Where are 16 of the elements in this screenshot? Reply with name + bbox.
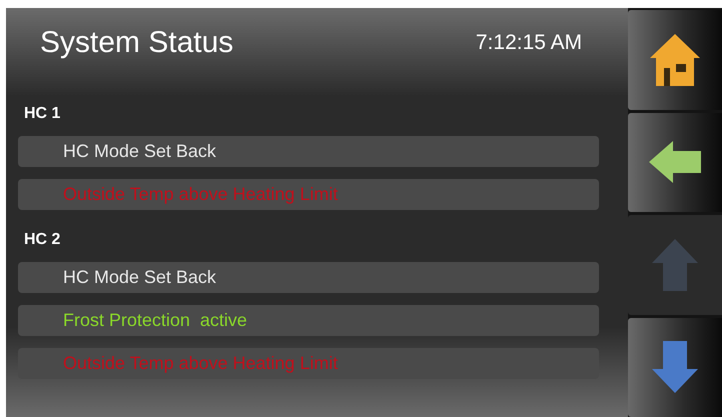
group-label: HC 2 — [24, 230, 60, 250]
status-message: Outside Temp above Heating Limit — [63, 353, 338, 374]
down-arrow-icon — [650, 339, 700, 396]
status-message: HC Mode Set Back — [63, 267, 216, 288]
screen-title: System Status — [40, 26, 234, 60]
house-icon — [648, 32, 702, 88]
down-button[interactable] — [628, 318, 722, 417]
status-message: HC Mode Set Back — [63, 141, 216, 162]
home-button[interactable] — [628, 10, 722, 110]
clock-time: 7:12:15 AM — [476, 31, 582, 55]
up-arrow-icon — [650, 236, 700, 293]
status-message: Frost Protection active — [63, 310, 248, 331]
left-arrow-icon — [647, 139, 703, 186]
group-label: HC 1 — [24, 104, 60, 124]
back-button[interactable] — [628, 112, 722, 212]
status-message: Outside Temp above Heating Limit — [63, 184, 338, 205]
